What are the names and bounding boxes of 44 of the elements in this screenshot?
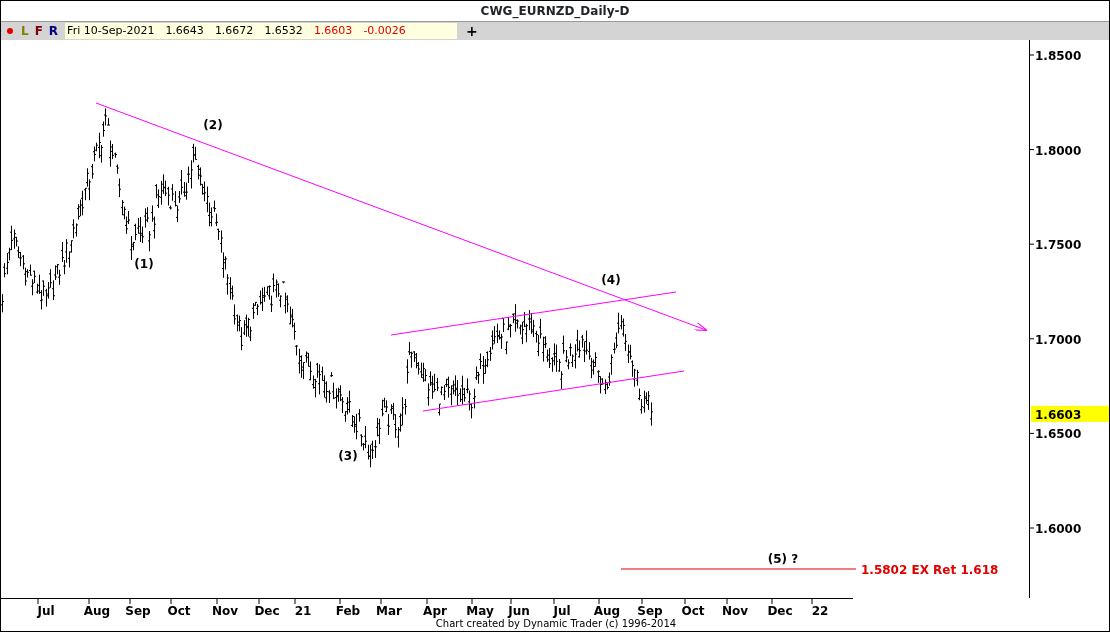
add-button[interactable]: + <box>463 24 481 38</box>
time-tick-label: Sep <box>637 604 663 618</box>
target-label: 1.5802 EX Ret 1.618 <box>861 563 999 577</box>
time-tick-label: Nov <box>721 604 749 618</box>
time-tick-label: Jun <box>508 604 530 618</box>
time-tick-label: Jul <box>553 604 571 618</box>
high-price: 1.6672 <box>214 23 254 39</box>
price-tick-label: 1.6500 <box>1035 427 1082 442</box>
time-tick-label: Feb <box>335 604 361 618</box>
time-tick-label: 22 <box>811 604 829 618</box>
price-tick-label: 1.8000 <box>1035 143 1082 158</box>
wave-label: (4) <box>601 273 621 287</box>
status-dot-icon <box>7 28 13 34</box>
time-tick-label: Oct <box>167 604 191 618</box>
time-tick-label: Sep <box>125 604 151 618</box>
last-price-marker: 1.6603 <box>1031 405 1109 422</box>
chart-credit: Chart created by Dynamic Trader (c) 1996-2014 <box>435 618 677 629</box>
price-tick-label: 1.7500 <box>1035 238 1082 253</box>
price-tick-label: 1.8500 <box>1035 49 1082 63</box>
chart-title: CWG_EURNZD_Daily-D <box>480 4 630 18</box>
time-tick-label: Jul <box>37 604 55 618</box>
close-price: 1.6603 <box>313 23 353 39</box>
wave-label: (1) <box>134 257 154 271</box>
time-tick-label: Dec <box>767 604 793 618</box>
time-tick-label: Apr <box>423 604 447 618</box>
price-change: -0.0026 <box>363 23 406 39</box>
low-price: 1.6532 <box>264 23 303 39</box>
price-tick-label: 1.6000 <box>1035 522 1082 536</box>
time-tick-label: Nov <box>211 604 239 618</box>
time-tick-label: Oct <box>681 604 705 618</box>
time-tick-label: 21 <box>294 604 312 618</box>
quote-date: Fri 10-Sep-2021 <box>67 23 155 39</box>
time-tick-label: Mar <box>376 604 402 618</box>
wave-label: (5) ? <box>767 552 799 566</box>
wave-label: (2) <box>203 118 223 132</box>
toolbar-button[interactable]: F <box>31 22 46 40</box>
time-tick-label: Dec <box>254 604 280 618</box>
time-tick-label: Aug <box>83 604 111 618</box>
price-tick-label: 1.7000 <box>1035 332 1082 347</box>
time-tick-label: May <box>466 604 494 618</box>
wave-label: (3) <box>338 449 358 463</box>
time-tick-label: Aug <box>593 604 621 618</box>
toolbar-button[interactable]: R <box>45 22 62 40</box>
open-price: 1.6643 <box>165 23 204 39</box>
